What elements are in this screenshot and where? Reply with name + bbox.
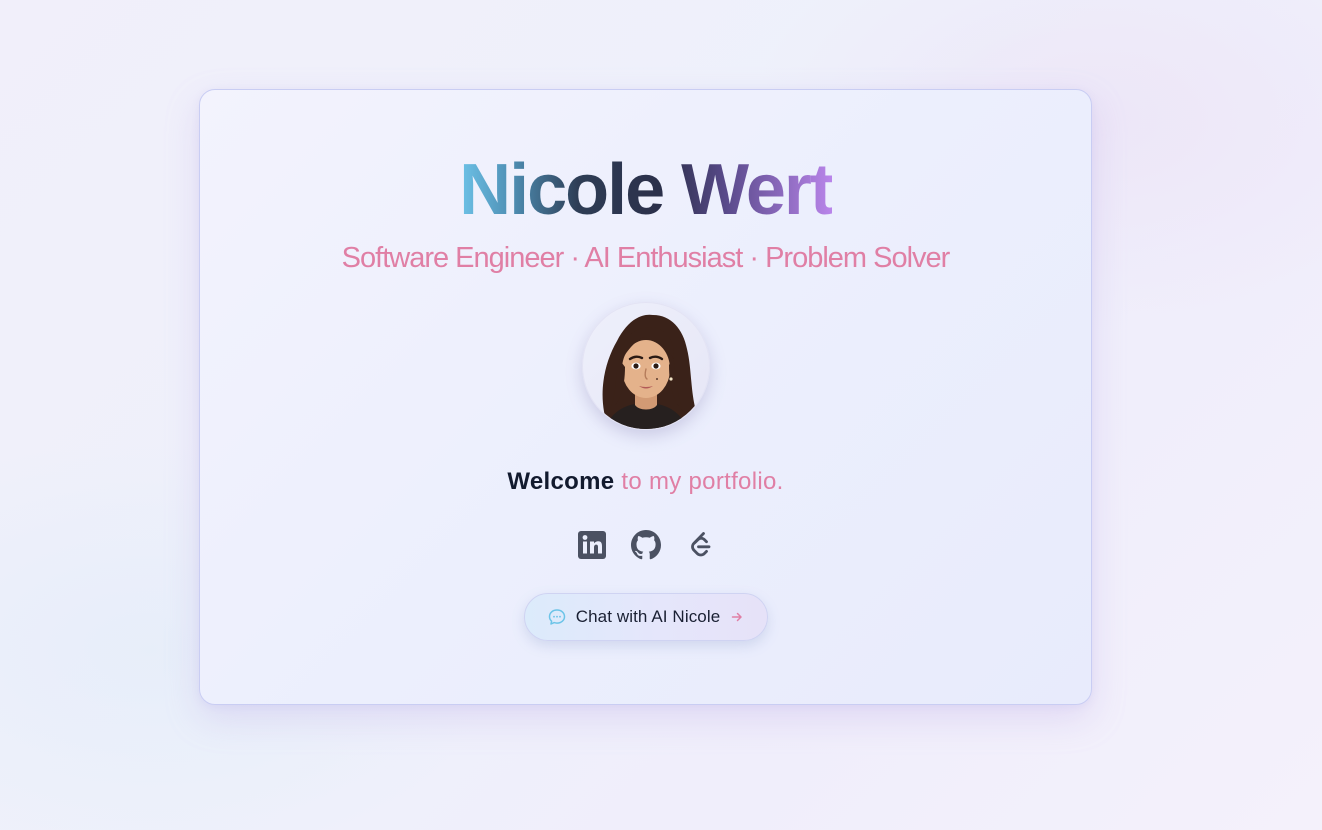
leetcode-link[interactable] [685,530,715,560]
chat-with-ai-button[interactable]: Chat with AI Nicole [524,593,768,641]
welcome-rest: to my portfolio. [614,468,784,495]
chat-bubble-icon [548,609,565,625]
welcome-text: Welcome to my portfolio. [200,467,1091,497]
name-gradient-text: Nicole Wert [459,150,834,230]
profile-card: Nicole Wert Software Engineer · AI Enthu… [199,89,1092,705]
welcome-strong: Welcome [507,468,615,495]
avatar [582,302,710,430]
tagline: Software Engineer · AI Enthusiast · Prob… [341,242,951,274]
linkedin-link[interactable] [577,530,607,560]
leetcode-icon [690,532,710,557]
linkedin-icon [577,531,606,559]
arrow-right-icon [732,612,743,622]
github-icon [630,530,661,560]
chat-button-label: Chat with AI Nicole [575,607,721,626]
github-link[interactable] [630,530,661,560]
page-title: Nicole Wert [200,150,1091,230]
social-links [200,530,1091,564]
